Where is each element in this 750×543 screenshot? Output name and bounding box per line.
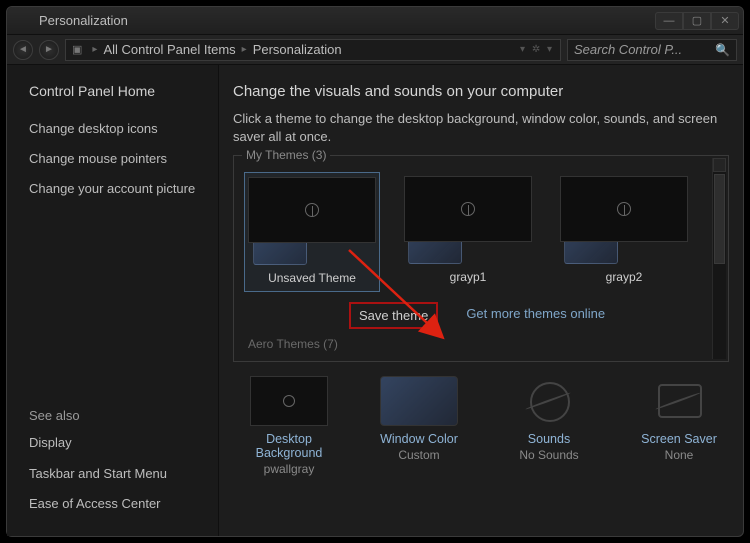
screen-saver-thumb xyxy=(640,376,718,426)
minimize-button[interactable]: — xyxy=(655,12,683,30)
breadcrumb-item[interactable]: Personalization xyxy=(253,42,342,57)
aero-themes-legend: Aero Themes (7) xyxy=(244,337,718,351)
breadcrumb[interactable]: ▣ ▸ All Control Panel Items ▸ Personaliz… xyxy=(65,39,561,61)
setting-value: No Sounds xyxy=(499,448,599,462)
sidebar-spacer xyxy=(29,211,204,408)
sidebar-link-mouse-pointers[interactable]: Change mouse pointers xyxy=(29,151,204,167)
page-heading: Change the visuals and sounds on your co… xyxy=(233,83,729,100)
sidebar-link-desktop-icons[interactable]: Change desktop icons xyxy=(29,121,204,137)
breadcrumb-overflow[interactable]: ▾ ✲ ▾ xyxy=(520,44,554,55)
window-buttons: — ▢ ✕ xyxy=(655,12,739,30)
desktop-background-thumb xyxy=(250,376,328,426)
theme-item[interactable]: grayp2 xyxy=(556,172,692,292)
setting-label: Window Color xyxy=(369,432,469,446)
page-subtext: Click a theme to change the desktop back… xyxy=(233,110,729,145)
desktop-background-setting[interactable]: Desktop Background pwallgray xyxy=(239,376,339,476)
window-title: Personalization xyxy=(17,13,655,28)
theme-item[interactable]: grayp1 xyxy=(400,172,536,292)
theme-bg-thumb xyxy=(404,176,532,242)
theme-item[interactable]: Unsaved Theme xyxy=(244,172,380,292)
window-color-setting[interactable]: Window Color Custom xyxy=(369,376,469,476)
logo-icon xyxy=(305,203,319,217)
breadcrumb-item[interactable]: All Control Panel Items xyxy=(103,42,235,57)
get-more-themes-link[interactable]: Get more themes online xyxy=(458,302,613,329)
logo-icon xyxy=(283,395,295,407)
body: Control Panel Home Change desktop icons … xyxy=(7,65,743,536)
theme-actions: Save theme Get more themes online xyxy=(244,302,718,329)
setting-label: Sounds xyxy=(499,432,599,446)
search-placeholder: Search Control P... xyxy=(574,42,682,57)
see-also-taskbar[interactable]: Taskbar and Start Menu xyxy=(29,466,204,482)
see-also-header: See also xyxy=(29,408,204,423)
titlebar: Personalization — ▢ ✕ xyxy=(7,7,743,35)
sidebar-link-account-picture[interactable]: Change your account picture xyxy=(29,181,204,197)
setting-value: Custom xyxy=(369,448,469,462)
search-icon: 🔍 xyxy=(715,43,730,57)
close-button[interactable]: ✕ xyxy=(711,12,739,30)
sounds-thumb xyxy=(510,376,588,426)
control-panel-home-link[interactable]: Control Panel Home xyxy=(29,83,204,101)
my-themes-group: My Themes (3) Unsaved Theme grayp1 xyxy=(233,155,729,362)
personalization-window: Personalization — ▢ ✕ ◄ ► ▣ ▸ All Contro… xyxy=(6,6,744,537)
setting-value: None xyxy=(629,448,729,462)
scroll-up-button[interactable] xyxy=(713,158,726,172)
themes-row: Unsaved Theme grayp1 grayp2 xyxy=(244,172,718,292)
sidebar: Control Panel Home Change desktop icons … xyxy=(7,65,219,536)
save-theme-link[interactable]: Save theme xyxy=(349,302,438,329)
theme-caption: grayp1 xyxy=(450,270,487,284)
settings-row: Desktop Background pwallgray Window Colo… xyxy=(233,376,729,476)
logo-icon xyxy=(461,202,475,216)
screen-saver-setting[interactable]: Screen Saver None xyxy=(629,376,729,476)
maximize-button[interactable]: ▢ xyxy=(683,12,711,30)
navbar: ◄ ► ▣ ▸ All Control Panel Items ▸ Person… xyxy=(7,35,743,65)
logo-icon xyxy=(617,202,631,216)
theme-bg-thumb xyxy=(560,176,688,242)
setting-label: Screen Saver xyxy=(629,432,729,446)
see-also-ease-of-access[interactable]: Ease of Access Center xyxy=(29,496,204,512)
forward-button[interactable]: ► xyxy=(39,40,59,60)
sounds-setting[interactable]: Sounds No Sounds xyxy=(499,376,599,476)
theme-caption: grayp2 xyxy=(606,270,643,284)
my-themes-legend: My Themes (3) xyxy=(242,148,330,162)
setting-label: Desktop Background xyxy=(239,432,339,460)
chevron-right-icon: ▸ xyxy=(86,44,103,55)
theme-bg-thumb xyxy=(248,177,376,243)
computer-icon: ▣ xyxy=(72,43,86,56)
theme-caption: Unsaved Theme xyxy=(268,271,356,285)
see-also-display[interactable]: Display xyxy=(29,435,204,451)
search-input[interactable]: Search Control P... 🔍 xyxy=(567,39,737,61)
back-button[interactable]: ◄ xyxy=(13,40,33,60)
window-color-thumb xyxy=(380,376,458,426)
themes-scrollbar[interactable] xyxy=(712,158,726,359)
chevron-right-icon: ▸ xyxy=(236,44,253,55)
setting-value: pwallgray xyxy=(239,462,339,476)
scroll-thumb[interactable] xyxy=(714,174,725,264)
main-pane: Change the visuals and sounds on your co… xyxy=(219,65,743,536)
